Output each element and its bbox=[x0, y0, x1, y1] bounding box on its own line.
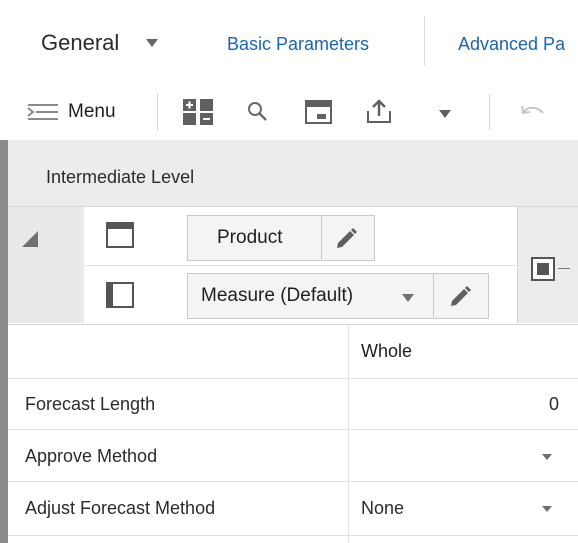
level-title: Intermediate Level bbox=[46, 167, 195, 187]
adjust-forecast-method-value[interactable]: None bbox=[361, 498, 404, 519]
collapse-triangle-icon[interactable] bbox=[20, 229, 40, 249]
tile-separator bbox=[433, 274, 434, 317]
pivot-tile-product-label[interactable]: Product bbox=[217, 227, 282, 249]
column-layout-icon[interactable] bbox=[106, 282, 134, 308]
pivot-divider bbox=[85, 265, 517, 266]
panel-toggle-icon[interactable] bbox=[531, 257, 555, 281]
row-label: Adjust Forecast Method bbox=[25, 498, 216, 518]
panel-line bbox=[558, 268, 570, 269]
row-label: Forecast Length bbox=[25, 394, 156, 414]
columns-layout-icon[interactable] bbox=[182, 98, 216, 126]
page-selector[interactable]: General bbox=[41, 30, 119, 56]
chevron-down-icon[interactable] bbox=[146, 39, 158, 47]
edit-pencil-icon[interactable] bbox=[333, 224, 359, 250]
pivot-tile-measure-label[interactable]: Measure (Default) bbox=[201, 285, 353, 307]
row-layout-icon[interactable] bbox=[106, 222, 134, 248]
pivot-corner bbox=[8, 207, 84, 323]
search-icon[interactable] bbox=[246, 100, 270, 124]
chevron-down-icon[interactable] bbox=[542, 506, 552, 512]
export-icon[interactable] bbox=[364, 97, 394, 125]
menu-label[interactable]: Menu bbox=[68, 101, 116, 123]
edit-pencil-icon[interactable] bbox=[447, 282, 473, 308]
column-divider bbox=[348, 324, 349, 543]
menu-button[interactable] bbox=[26, 99, 66, 125]
tab-basic-parameters[interactable]: Basic Parameters bbox=[227, 34, 369, 55]
calendar-icon[interactable] bbox=[304, 99, 334, 125]
toolbar-divider bbox=[157, 94, 158, 130]
panel-left-border bbox=[0, 140, 8, 543]
forecast-length-value[interactable]: 0 bbox=[549, 394, 559, 415]
nav-divider bbox=[424, 16, 425, 66]
forecast-length-cell[interactable] bbox=[349, 378, 578, 429]
chevron-down-icon[interactable] bbox=[542, 454, 552, 460]
undo-icon[interactable] bbox=[519, 101, 547, 123]
column-header-whole: Whole bbox=[361, 341, 413, 361]
chevron-down-icon[interactable] bbox=[402, 294, 414, 302]
row-label: Approve Method bbox=[25, 446, 158, 466]
dropdown-caret-icon[interactable] bbox=[439, 110, 451, 118]
tab-advanced-parameters[interactable]: Advanced Pa bbox=[458, 34, 565, 55]
toolbar-divider bbox=[489, 94, 490, 130]
hamburger-menu-icon bbox=[27, 104, 58, 120]
grid-header-row bbox=[8, 324, 578, 379]
tile-separator bbox=[321, 216, 322, 259]
